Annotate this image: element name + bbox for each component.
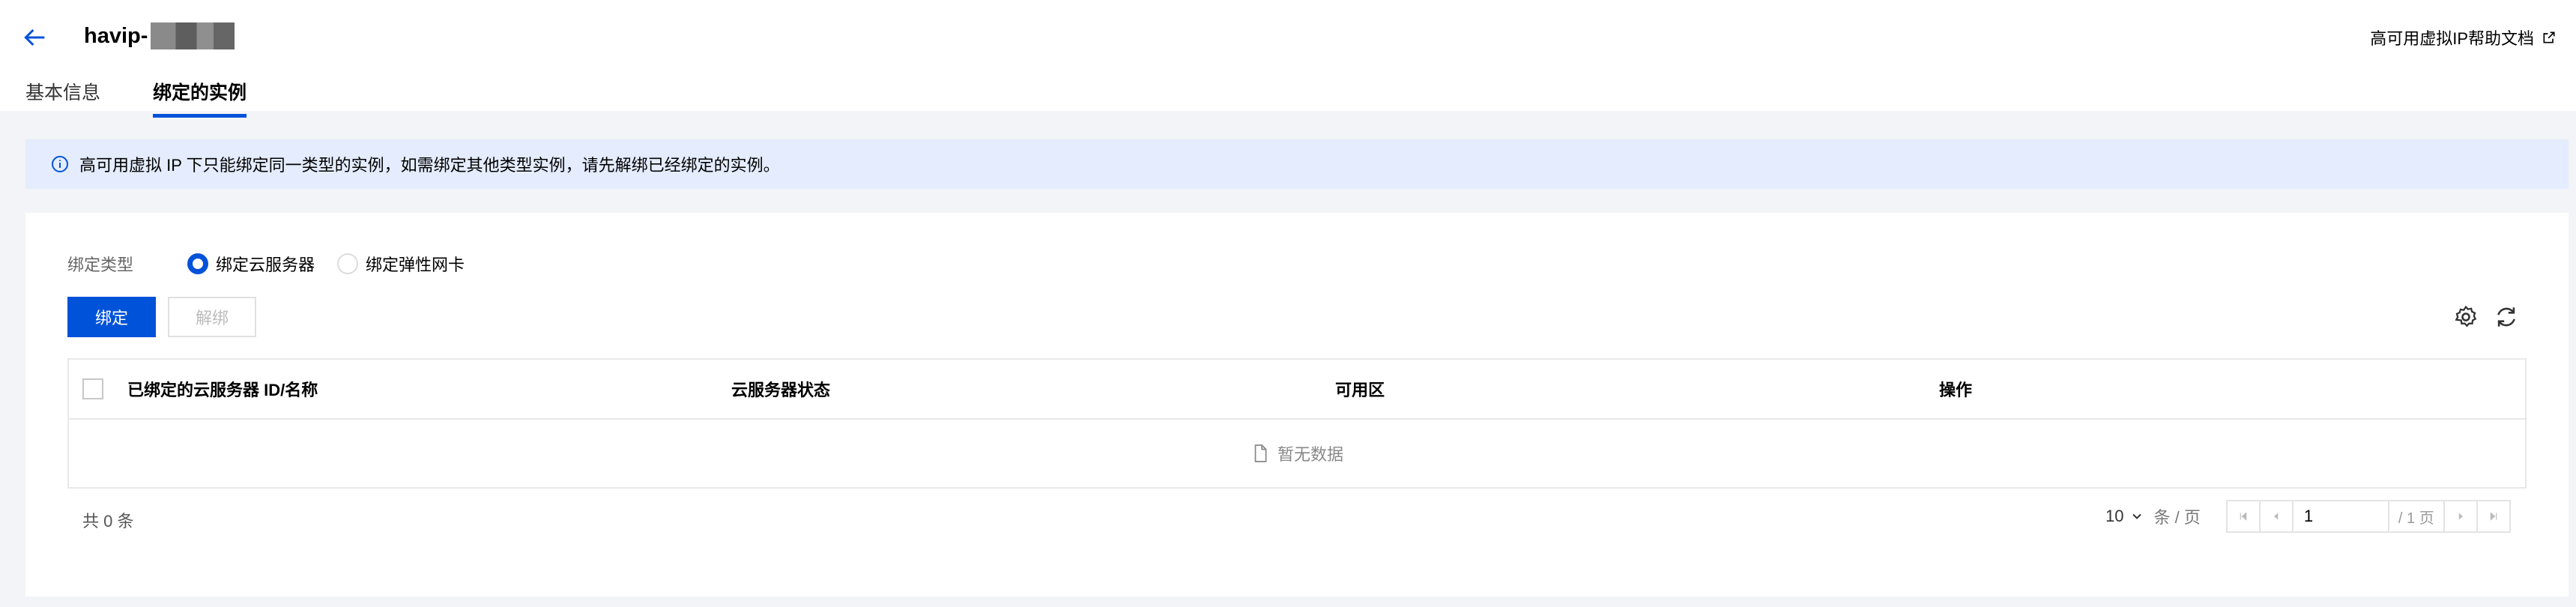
next-page-icon[interactable] xyxy=(2443,500,2478,533)
page-size-unit: 条 / 页 xyxy=(2153,508,2201,527)
radio-unchecked-icon xyxy=(337,253,359,274)
total-pages: / 1 页 xyxy=(2387,500,2445,533)
bind-button[interactable]: 绑定 xyxy=(67,297,156,337)
document-icon xyxy=(1254,444,1267,462)
instances-table: 已绑定的云服务器 ID/名称 云服务器状态 可用区 操作 暂无数据 xyxy=(67,358,2527,489)
page-size-value: 10 xyxy=(2105,507,2124,525)
page-number-input[interactable]: 1 xyxy=(2291,500,2389,533)
empty-text: 暂无数据 xyxy=(1277,445,1343,464)
bind-type-row: 绑定类型 绑定云服务器 绑定弹性网卡 xyxy=(67,252,487,276)
last-page-icon[interactable] xyxy=(2476,500,2511,533)
instances-card: 绑定类型 绑定云服务器 绑定弹性网卡 绑定 解绑 已绑定的云服务器 ID/名称 … xyxy=(25,213,2569,597)
refresh-icon[interactable] xyxy=(2494,304,2519,330)
page-title: havip- xyxy=(84,22,235,49)
col-zone: 可用区 xyxy=(1335,381,1385,399)
unbind-button: 解绑 xyxy=(168,297,256,337)
top-bar: havip- 高可用虚拟IP帮助文档 基本信息 绑定的实例 xyxy=(0,0,2576,118)
radio-bind-cvm[interactable]: 绑定云服务器 xyxy=(187,252,315,276)
radio-bind-eni[interactable]: 绑定弹性网卡 xyxy=(337,252,465,276)
pagination: 10 条 / 页 1 / 1 页 xyxy=(2105,499,2511,534)
help-doc-label: 高可用虚拟IP帮助文档 xyxy=(2370,29,2534,48)
select-all-checkbox[interactable] xyxy=(82,378,103,399)
back-arrow-icon[interactable] xyxy=(19,22,49,52)
radio-bind-eni-label: 绑定弹性网卡 xyxy=(366,256,465,274)
chevron-down-icon xyxy=(2132,513,2142,519)
total-count: 共 0 条 xyxy=(82,512,134,531)
radio-checked-icon xyxy=(187,253,208,274)
info-icon xyxy=(52,156,68,172)
redacted-id-mask xyxy=(151,22,235,49)
info-notice: 高可用虚拟 IP 下只能绑定同一类型的实例，如需绑定其他类型实例，请先解绑已经绑… xyxy=(25,139,2569,189)
external-link-icon xyxy=(2543,31,2555,43)
bind-type-label: 绑定类型 xyxy=(67,256,134,274)
col-instance-id: 已绑定的云服务器 ID/名称 xyxy=(127,381,318,399)
first-page-icon[interactable] xyxy=(2225,500,2261,533)
prev-page-icon[interactable] xyxy=(2258,500,2294,533)
tab-bound-instances[interactable]: 绑定的实例 xyxy=(153,78,247,118)
notice-text: 高可用虚拟 IP 下只能绑定同一类型的实例，如需绑定其他类型实例，请先解绑已经绑… xyxy=(79,156,780,175)
table-header: 已绑定的云服务器 ID/名称 云服务器状态 可用区 操作 xyxy=(69,360,2525,420)
col-instance-status: 云服务器状态 xyxy=(731,381,831,399)
empty-state: 暂无数据 xyxy=(69,420,2525,487)
settings-gear-icon[interactable] xyxy=(2453,304,2479,330)
radio-bind-cvm-label: 绑定云服务器 xyxy=(216,256,315,274)
help-doc-link[interactable]: 高可用虚拟IP帮助文档 xyxy=(2370,25,2557,49)
page-size-select[interactable]: 10 xyxy=(2105,507,2144,526)
tab-bar: 基本信息 绑定的实例 xyxy=(25,78,247,118)
page-title-text: havip- xyxy=(84,23,148,48)
tab-basic-info[interactable]: 基本信息 xyxy=(25,78,100,118)
col-actions: 操作 xyxy=(1939,381,1973,399)
